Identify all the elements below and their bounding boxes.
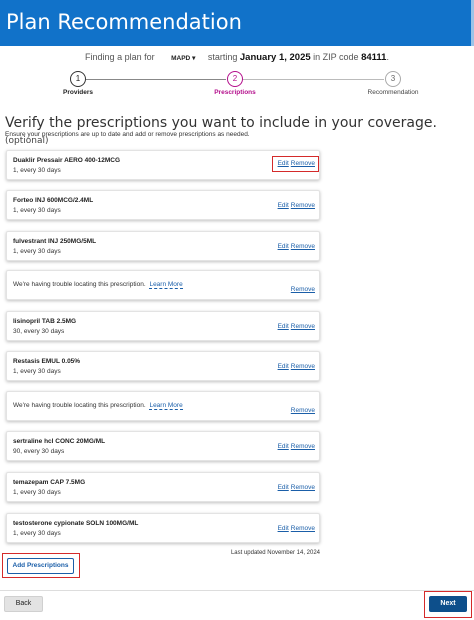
prescription-card: lisinopril TAB 2.5MG 30, every 30 days E… xyxy=(6,311,320,341)
prescription-quantity: 1, every 30 days xyxy=(13,248,61,255)
remove-link[interactable]: Remove xyxy=(291,525,315,532)
chevron-down-icon: ▾ xyxy=(192,55,196,62)
finder-prefix: Finding a plan for xyxy=(85,52,155,62)
learn-more-link[interactable]: Learn More xyxy=(149,402,183,410)
next-button[interactable]: Next xyxy=(429,596,467,612)
edit-link[interactable]: Edit xyxy=(278,363,289,370)
step-connector xyxy=(243,79,384,80)
step-3-label: Recommendation xyxy=(367,89,419,96)
learn-more-link[interactable]: Learn More xyxy=(149,281,183,289)
prescription-actions: Edit Remove xyxy=(278,323,315,330)
remove-link[interactable]: Remove xyxy=(291,407,315,414)
zip-label: in ZIP code xyxy=(313,52,359,62)
remove-link[interactable]: Remove xyxy=(291,286,315,293)
step-connector xyxy=(86,79,226,80)
prescription-card: temazepam CAP 7.5MG 1, every 30 days Edi… xyxy=(6,472,320,502)
remove-link[interactable]: Remove xyxy=(291,363,315,370)
prescription-quantity: 1, every 30 days xyxy=(13,530,61,537)
prescription-actions: Edit Remove xyxy=(278,525,315,532)
section-subheading: Ensure your prescriptions are up to date… xyxy=(5,131,250,138)
prescription-name: Restasis EMUL 0.05% xyxy=(13,358,81,365)
prescription-actions: Remove xyxy=(291,407,315,414)
finder-end: . xyxy=(386,52,389,62)
prescription-warning: We're having trouble locating this presc… xyxy=(13,402,183,410)
edit-link[interactable]: Edit xyxy=(278,525,289,532)
progress-stepper: 1 Providers 2 Prescriptions 3 Recommenda… xyxy=(0,70,474,100)
prescription-card: sertraline hcl CONC 20MG/ML 90, every 30… xyxy=(6,431,320,461)
page-title: Plan Recommendation xyxy=(6,10,242,34)
prescription-card: Restasis EMUL 0.05% 1, every 30 days Edi… xyxy=(6,351,320,381)
prescription-name: temazepam CAP 7.5MG xyxy=(13,479,86,486)
prescription-actions: Edit Remove xyxy=(278,363,315,370)
plan-type-value: MAPD xyxy=(171,55,191,62)
remove-link[interactable]: Remove xyxy=(291,443,315,450)
starting-label: starting xyxy=(207,52,238,62)
warning-text: We're having trouble locating this presc… xyxy=(13,402,146,409)
prescription-name: Forteo INJ 600MCG/2.4ML xyxy=(13,197,94,204)
prescription-name: Duaklir Pressair AERO 400-12MCG xyxy=(13,157,121,164)
prescription-quantity: 1, every 30 days xyxy=(13,167,61,174)
plan-finder-line: Finding a plan for MAPD ▾ starting Janua… xyxy=(0,52,474,63)
prescription-quantity: 1, every 30 days xyxy=(13,207,61,214)
edit-link[interactable]: Edit xyxy=(278,484,289,491)
add-prescriptions-button[interactable]: Add Prescriptions xyxy=(7,558,74,574)
prescription-name: testosterone cypionate SOLN 100MG/ML xyxy=(13,520,139,527)
remove-link[interactable]: Remove xyxy=(291,323,315,330)
step-3-circle: 3 xyxy=(385,71,401,87)
edit-link[interactable]: Edit xyxy=(278,243,289,250)
remove-link[interactable]: Remove xyxy=(291,202,315,209)
step-2-label: Prescriptions xyxy=(214,89,256,96)
zip-code: 84111 xyxy=(361,52,387,63)
warning-text: We're having trouble locating this presc… xyxy=(13,281,146,288)
prescription-quantity: 90, every 30 days xyxy=(13,448,65,455)
prescription-name: lisinopril TAB 2.5MG xyxy=(13,318,77,325)
prescription-actions: Remove xyxy=(291,286,315,293)
edit-link[interactable]: Edit xyxy=(278,323,289,330)
prescription-quantity: 1, every 30 days xyxy=(13,489,61,496)
footer-divider xyxy=(0,590,474,591)
step-1-label[interactable]: Providers xyxy=(38,89,118,96)
remove-link[interactable]: Remove xyxy=(291,484,315,491)
prescription-actions: Edit Remove xyxy=(278,484,315,491)
prescription-name: sertraline hcl CONC 20MG/ML xyxy=(13,438,106,445)
prescription-actions: Edit Remove xyxy=(278,443,315,450)
heading-text: Verify the prescriptions you want to inc… xyxy=(5,115,437,131)
prescription-quantity: 30, every 30 days xyxy=(13,328,65,335)
back-button[interactable]: Back xyxy=(4,596,43,612)
prescription-name: fulvestrant INJ 250MG/5ML xyxy=(13,238,97,245)
highlight-box xyxy=(272,156,319,172)
start-date: January 1, 2025 xyxy=(239,52,311,63)
prescription-actions: Edit Remove xyxy=(278,202,315,209)
remove-link[interactable]: Remove xyxy=(291,243,315,250)
prescription-card: Forteo INJ 600MCG/2.4ML 1, every 30 days… xyxy=(6,190,320,220)
prescription-warning: We're having trouble locating this presc… xyxy=(13,281,183,289)
prescription-card: testosterone cypionate SOLN 100MG/ML 1, … xyxy=(6,513,320,543)
step-2-circle: 2 xyxy=(227,71,243,87)
step-1-circle[interactable]: 1 xyxy=(70,71,86,87)
prescription-actions: Edit Remove xyxy=(278,243,315,250)
edit-link[interactable]: Edit xyxy=(278,202,289,209)
prescription-card-unresolved: We're having trouble locating this presc… xyxy=(6,391,320,421)
prescription-card: fulvestrant INJ 250MG/5ML 1, every 30 da… xyxy=(6,231,320,261)
prescription-card-unresolved: We're having trouble locating this presc… xyxy=(6,270,320,300)
last-updated: Last updated November 14, 2024 xyxy=(230,550,320,556)
edit-link[interactable]: Edit xyxy=(278,443,289,450)
plan-type-dropdown[interactable]: MAPD ▾ xyxy=(171,55,195,62)
page-header: Plan Recommendation xyxy=(0,0,474,46)
prescription-quantity: 1, every 30 days xyxy=(13,368,61,375)
